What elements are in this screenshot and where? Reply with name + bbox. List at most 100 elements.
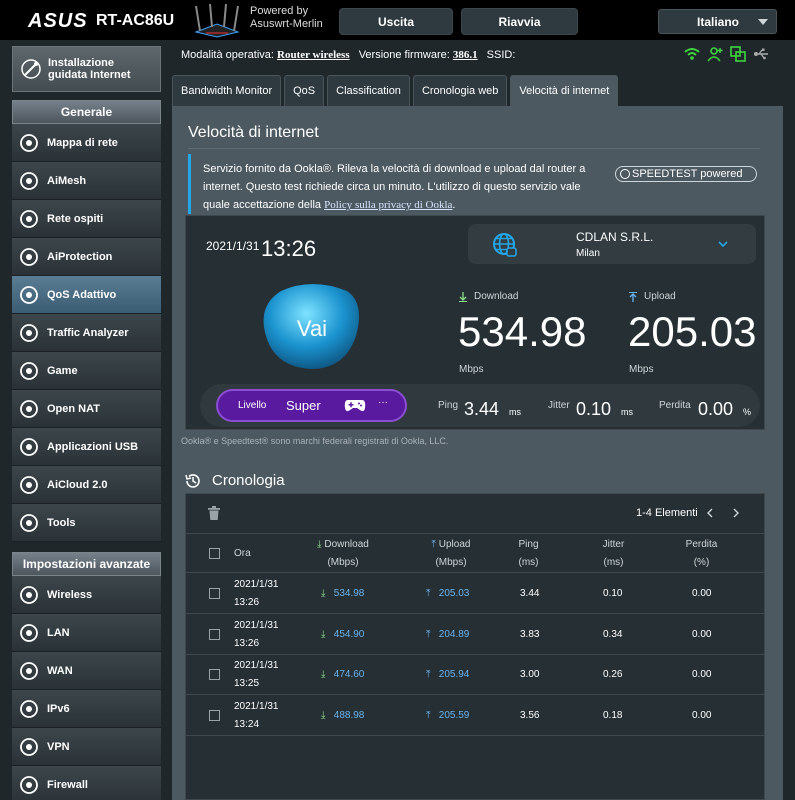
row-loss: 0.00	[692, 669, 712, 680]
general-menu: Mappa di rete AiMesh Rete ospiti AiProtecti…	[12, 124, 161, 542]
row-ping: 3.44	[520, 588, 540, 599]
info-end: .	[452, 199, 456, 211]
privacy-policy-link[interactable]: Policy sulla privacy di Ookla	[324, 199, 452, 211]
level-value: Super	[286, 398, 321, 413]
test-date: 2021/1/31	[206, 239, 260, 253]
info-box: Servizio fornito da Ookla®. Rileva la ve…	[188, 154, 760, 214]
row-checkbox[interactable]	[209, 588, 220, 599]
col-download-unit: (Mbps)	[327, 557, 359, 568]
row-checkbox[interactable]	[209, 669, 220, 680]
reboot-button[interactable]: Riavvia	[461, 8, 578, 35]
loss-value: 0.00	[698, 399, 734, 419]
router-model: RT-AC86U	[96, 12, 175, 29]
sidebar-item-mappa-di-rete[interactable]: Mappa di rete	[12, 124, 161, 162]
tab-bandwidth-monitor[interactable]: Bandwidth Monitor	[172, 75, 282, 106]
history-table: 1-4 Elementi Ora ⤓ Download (Mbps) ⤒ Upl…	[185, 493, 765, 800]
title-divider	[188, 148, 760, 149]
row-upload-value: 205.59	[438, 709, 470, 721]
row-download-value: 534.98	[333, 588, 365, 599]
language-select[interactable]: Italiano	[658, 9, 777, 34]
chevron-right-icon[interactable]	[732, 508, 740, 518]
select-all-checkbox[interactable]	[209, 548, 220, 559]
chevron-down-icon	[718, 241, 728, 248]
jitter-label: Jitter	[548, 400, 570, 411]
sidebar-item-label: LAN	[47, 626, 70, 639]
sidebar-item-label: Game	[47, 364, 78, 377]
sidebar-item-vpn[interactable]: VPN	[12, 728, 161, 766]
trash-icon[interactable]	[208, 506, 220, 520]
page-title: Velocità di internet	[188, 124, 319, 141]
sidebar-item-ipv6[interactable]: IPv6	[12, 690, 161, 728]
row-download-value: 454.90	[333, 628, 365, 640]
server-selector[interactable]: CDLAN S.R.L. Milan	[468, 224, 756, 264]
row-ping: 3.83	[520, 628, 540, 640]
logout-button[interactable]: Uscita	[339, 8, 453, 35]
row-datetime: 2021/1/31 13:24	[234, 698, 279, 734]
tab-cronologia-web[interactable]: Cronologia web	[412, 75, 508, 106]
download-arrow-icon: ⤓	[317, 539, 322, 550]
traffic-icon	[17, 321, 41, 345]
ssid-label: SSID:	[486, 49, 516, 61]
wizard-label-2: guidata Internet	[48, 69, 131, 81]
sidebar-item-wan[interactable]: WAN	[12, 652, 161, 690]
row-download-value: 488.98	[333, 709, 365, 721]
shield-lock-icon	[17, 245, 41, 269]
general-section-title: Generale	[12, 100, 161, 124]
sidebar-item-aiprotection[interactable]: AiProtection	[12, 238, 161, 276]
row-checkbox[interactable]	[209, 628, 220, 640]
wireless-icon	[17, 583, 41, 607]
tab-velocit-di-internet[interactable]: Velocità di internet	[510, 75, 619, 106]
row-jitter: 0.18	[603, 709, 623, 721]
quick-internet-setup-button[interactable]: Installazione guidata Internet	[12, 46, 161, 92]
sidebar-item-label: IPv6	[47, 702, 70, 715]
sidebar-item-label: Rete ospiti	[47, 212, 104, 225]
chevron-left-icon[interactable]	[706, 508, 714, 518]
sidebar-item-aimesh[interactable]: AiMesh	[12, 162, 161, 200]
firmware-label: Versione firmware:	[358, 49, 450, 61]
row-loss: 0.00	[692, 628, 712, 640]
sidebar-item-label: AiMesh	[47, 174, 87, 187]
history-title: Cronologia	[212, 472, 285, 489]
row-time: 13:24	[234, 718, 260, 730]
sidebar-item-tools[interactable]: Tools	[12, 504, 161, 542]
row-time: 13:26	[234, 597, 260, 608]
sidebar-item-open-nat[interactable]: Open NAT	[12, 390, 161, 428]
sidebar-item-qos-adattivo[interactable]: QoS Adattivo	[12, 276, 161, 314]
row-checkbox[interactable]	[209, 709, 220, 721]
wifi-status-icon[interactable]	[684, 46, 700, 62]
col-ping: Ping (ms)	[501, 536, 556, 572]
level-more: ···	[378, 397, 388, 408]
row-loss: 0.00	[692, 709, 712, 721]
sidebar-item-applicazioni-usb[interactable]: Applicazioni USB	[12, 428, 161, 466]
sidebar-item-aicloud-2-0[interactable]: AiCloud 2.0	[12, 466, 161, 504]
clients-status-icon[interactable]	[707, 46, 723, 62]
row-date: 2021/1/31	[234, 700, 279, 712]
row-jitter: 0.34	[603, 628, 623, 640]
tab-classification[interactable]: Classification	[327, 75, 410, 106]
sidebar-item-rete-ospiti[interactable]: Rete ospiti	[12, 200, 161, 238]
go-label: Vai	[296, 316, 328, 341]
usb-apps-icon	[17, 435, 41, 459]
usb-status-icon[interactable]	[753, 46, 769, 62]
level-selector[interactable]: Livello Super ···	[216, 389, 407, 422]
row-time: 13:26	[234, 637, 260, 649]
row-download: ⤓ 454.90	[321, 626, 364, 644]
col-time: Ora	[234, 548, 251, 559]
sidebar-item-traffic-analyzer[interactable]: Traffic Analyzer	[12, 314, 161, 352]
row-jitter: 0.10	[603, 588, 623, 599]
row-download: ⤓ 474.60	[321, 666, 364, 684]
mode-value-link[interactable]: Router wireless	[277, 49, 350, 61]
download-label: Download	[474, 291, 519, 302]
sidebar-item-wireless[interactable]: Wireless	[12, 576, 161, 614]
sidebar-item-game[interactable]: Game	[12, 352, 161, 390]
sidebar: Installazione guidata Internet Generale …	[12, 46, 161, 800]
tab-qos[interactable]: QoS	[284, 75, 325, 106]
sidebar-item-firewall[interactable]: Firewall	[12, 766, 161, 800]
sidebar-item-lan[interactable]: LAN	[12, 614, 161, 652]
trademark-note: Ookla® e Speedtest® sono marchi federali…	[181, 436, 449, 446]
firmware-value-link[interactable]: 386.1	[453, 49, 478, 61]
copy-status-icon[interactable]	[730, 46, 746, 62]
col-download: ⤓ Download (Mbps)	[298, 536, 388, 572]
status-icons	[684, 46, 769, 62]
router-icon	[194, 3, 240, 38]
